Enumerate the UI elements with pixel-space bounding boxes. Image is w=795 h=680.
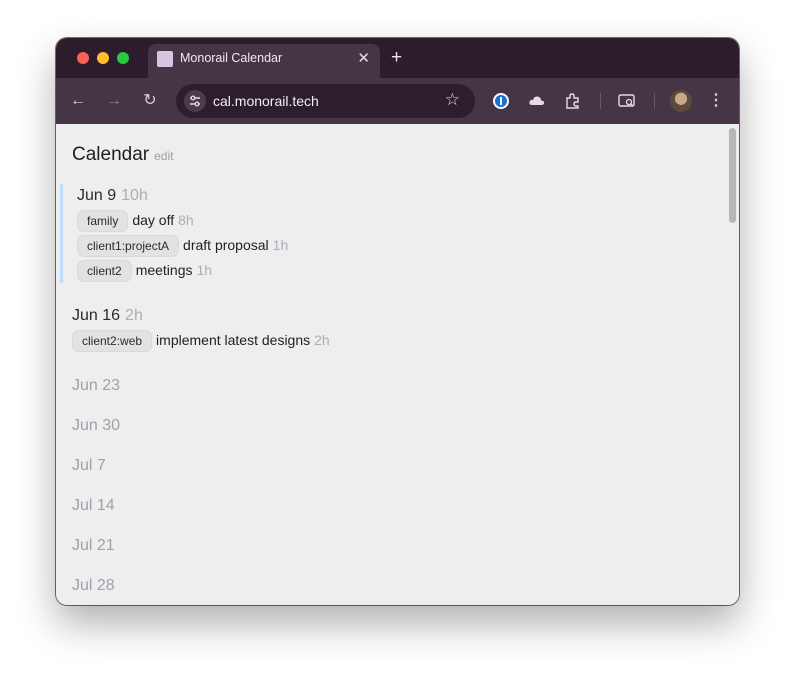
week-section: Jun 9 10h family day off 8h client1:project…	[60, 184, 288, 283]
scrollbar-thumb[interactable]	[729, 128, 736, 223]
week-date[interactable]: Jul 21	[72, 534, 115, 558]
entry-tag[interactable]: client2	[77, 260, 132, 283]
week-date[interactable]: Jun 23	[72, 374, 120, 398]
title-bar: Monorail Calendar ✕ +	[56, 38, 739, 78]
entry-text: meetings	[135, 262, 193, 278]
page-title: Calendar edit	[72, 144, 173, 166]
entry-row[interactable]: client2:web implement latest designs 2h	[72, 328, 330, 353]
week-section: Jul 7	[72, 454, 106, 478]
profile-avatar[interactable]	[670, 90, 692, 112]
browser-tab[interactable]: Monorail Calendar ✕	[148, 44, 380, 78]
site-settings-icon[interactable]	[184, 90, 206, 112]
forward-icon[interactable]: →	[106, 91, 122, 111]
entry-hours: 8h	[178, 212, 194, 228]
week-date[interactable]: Jul 28	[72, 574, 115, 598]
browser-toolbar: ← → ↻ cal.monorail.tech ☆ ⋮	[56, 78, 739, 124]
favicon-icon	[157, 51, 173, 67]
cloud-extension-icon[interactable]	[528, 91, 546, 111]
entry-hours: 2h	[314, 332, 330, 348]
week-date: Jun 16	[72, 307, 121, 324]
week-section: Jul 28	[72, 574, 115, 598]
entry-row[interactable]: family day off 8h	[77, 208, 288, 233]
close-window-button[interactable]	[77, 52, 89, 64]
entry-tag[interactable]: client1:projectA	[77, 235, 180, 258]
week-header: Jun 16 2h	[72, 304, 330, 328]
toolbar-divider	[654, 93, 655, 109]
entry-tag[interactable]: family	[77, 210, 129, 233]
edit-link[interactable]: edit	[154, 149, 173, 163]
reload-icon[interactable]: ↻	[142, 91, 158, 111]
new-tab-button[interactable]: +	[391, 47, 402, 69]
close-tab-icon[interactable]: ✕	[357, 49, 370, 67]
week-section: Jun 23	[72, 374, 120, 398]
maximize-window-button[interactable]	[117, 52, 129, 64]
week-date: Jun 9	[77, 187, 117, 204]
password-manager-icon[interactable]	[492, 91, 510, 111]
more-menu-icon[interactable]: ⋮	[708, 91, 724, 111]
tab-title: Monorail Calendar	[180, 51, 283, 65]
week-date[interactable]: Jun 30	[72, 414, 120, 438]
week-hours: 2h	[125, 307, 143, 324]
tab-search-icon[interactable]	[618, 91, 636, 111]
entry-text: implement latest designs	[156, 332, 311, 348]
back-icon[interactable]: ←	[70, 91, 86, 111]
toolbar-divider	[600, 93, 601, 109]
week-section: Jun 30	[72, 414, 120, 438]
entry-tag[interactable]: client2:web	[72, 330, 153, 353]
bookmark-star-icon[interactable]: ☆	[445, 90, 460, 110]
entry-text: day off	[132, 212, 175, 228]
minimize-window-button[interactable]	[97, 52, 109, 64]
calendar-heading: Calendar	[72, 144, 150, 165]
week-date[interactable]: Jul 7	[72, 454, 106, 478]
entry-text: draft proposal	[183, 237, 269, 253]
address-bar[interactable]: cal.monorail.tech ☆	[176, 84, 475, 118]
week-section: Jun 16 2h client2:web implement latest des…	[72, 304, 330, 353]
page-content: Calendar edit Jun 9 10h family day off 8h cl…	[56, 124, 739, 605]
week-header: Jun 9 10h	[77, 184, 288, 208]
week-hours: 10h	[121, 187, 148, 204]
week-date[interactable]: Jul 14	[72, 494, 115, 518]
extensions-puzzle-icon[interactable]	[564, 91, 582, 111]
week-section: Jul 21	[72, 534, 115, 558]
entry-hours: 1h	[196, 262, 213, 278]
entry-hours: 1h	[272, 237, 289, 253]
entry-row[interactable]: client1:projectA draft proposal 1h	[77, 233, 288, 258]
url-text[interactable]: cal.monorail.tech	[213, 93, 319, 109]
entry-row[interactable]: client2 meetings 1h	[77, 258, 288, 283]
browser-window: Monorail Calendar ✕ + ← → ↻ cal.monorail…	[56, 38, 739, 605]
week-section: Jul 14	[72, 494, 115, 518]
